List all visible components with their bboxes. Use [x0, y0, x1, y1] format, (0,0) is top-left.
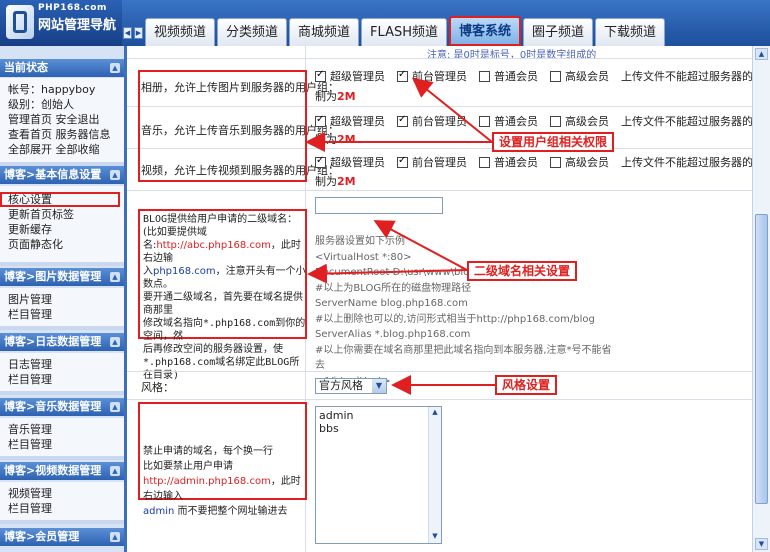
sidebar-section-basic-body: 核心设置 更新首页标签 更新缓存 页面静态化	[0, 186, 124, 262]
sidebar-section-music-body: 音乐管理 栏目管理	[0, 418, 124, 456]
sidebar-section-images[interactable]: 博客>图片数据管理 ▲	[0, 268, 124, 286]
sidebar-item-column-manage[interactable]: 栏目管理	[0, 437, 124, 452]
sidebar-item-video-manage[interactable]: 视频管理	[0, 486, 124, 501]
sidebar-status-title: 当前状态	[4, 61, 48, 74]
sidebar-item-core-settings[interactable]: 核心设置	[0, 192, 120, 207]
collapse-icon[interactable]: ▲	[110, 272, 120, 282]
divider	[0, 326, 124, 330]
sidebar-section-title: 博客>视频数据管理	[4, 464, 102, 477]
sidebar-section-video-body: 视频管理 栏目管理	[0, 482, 124, 520]
sidebar-item-static-pages[interactable]: 页面静态化	[0, 237, 124, 252]
sidebar-section-title: 博客>会员管理	[4, 530, 80, 543]
tab-blog[interactable]: 博客系统	[449, 16, 522, 46]
sidebar-item-music-manage[interactable]: 音乐管理	[0, 422, 124, 437]
sidebar-section-basic[interactable]: 博客>基本信息设置 ▲	[0, 166, 124, 184]
status-links-row: 管理首页 安全退出	[0, 112, 124, 127]
sidebar-item-update-cache[interactable]: 更新缓存	[0, 222, 124, 237]
page-scrollbar[interactable]: ▲ ▼	[752, 46, 770, 552]
logo-title: 网站管理导航	[38, 18, 117, 33]
sidebar-section-logs-body: 日志管理 栏目管理	[0, 353, 124, 391]
admin-home-link[interactable]: 管理首页	[8, 113, 52, 126]
callout-style: 风格设置	[495, 375, 558, 395]
logo-site: PHP168.com	[38, 3, 107, 13]
sidebar-item-column-manage[interactable]: 栏目管理	[0, 307, 124, 322]
divider	[0, 391, 124, 395]
sidebar-section-title: 博客>图片数据管理	[4, 270, 102, 283]
tab-shop[interactable]: 商城频道	[289, 18, 360, 46]
sidebar-item-log-manage[interactable]: 日志管理	[0, 357, 124, 372]
divider	[0, 456, 124, 460]
status-links-row: 查看首页 服务器信息	[0, 127, 124, 142]
top-bar: PHP168.com 网站管理导航 ◀ ▶ 视频频道 分类频道 商城频道 FLA…	[0, 0, 770, 46]
expand-all-link[interactable]: 全部展开	[8, 143, 52, 156]
sidebar-section-title: 博客>基本信息设置	[4, 168, 102, 181]
sidebar-status-body: 帐号：happyboy 级别：创始人 管理首页 安全退出 查看首页 服务器信息 …	[0, 78, 124, 162]
callout-permissions: 设置用户组相关权限	[492, 132, 615, 152]
sidebar-section-music[interactable]: 博客>音乐数据管理 ▲	[0, 398, 124, 416]
tab-download[interactable]: 下载频道	[595, 18, 666, 46]
sidebar-item-update-tags[interactable]: 更新首页标签	[0, 207, 124, 222]
collapse-icon[interactable]: ▲	[110, 466, 120, 476]
tabs-scroll-left-icon[interactable]: ◀	[123, 27, 132, 39]
sidebar-section-title: 博客>日志数据管理	[4, 335, 102, 348]
logout-link[interactable]: 安全退出	[56, 113, 100, 126]
sidebar-section-images-body: 图片管理 栏目管理	[0, 288, 124, 326]
tabs-scroll-right-icon[interactable]: ▶	[134, 27, 143, 39]
arrow-perm-up	[411, 77, 493, 143]
tab-flash[interactable]: FLASH频道	[361, 18, 447, 46]
level-info: 级别：创始人	[8, 98, 74, 111]
scroll-up-icon[interactable]: ▲	[755, 48, 768, 60]
collapse-icon[interactable]: ▲	[110, 402, 120, 412]
sidebar: 当前状态 ▲ 帐号：happyboy 级别：创始人 管理首页 安全退出 查看首页…	[0, 46, 127, 552]
arrow-domain-up	[373, 220, 468, 271]
logo: PHP168.com 网站管理导航	[0, 0, 122, 46]
callout-domain: 二级域名相关设置	[467, 261, 578, 281]
collapse-icon[interactable]: ▲	[110, 170, 120, 180]
divider	[0, 520, 124, 524]
channel-tabs: 视频频道 分类频道 商城频道 FLASH频道 博客系统 圈子频道 下载频道	[145, 16, 667, 46]
scrollbar-thumb[interactable]	[755, 214, 768, 504]
sidebar-section-logs[interactable]: 博客>日志数据管理 ▲	[0, 333, 124, 351]
sidebar-item-column-manage[interactable]: 栏目管理	[0, 372, 124, 387]
logo-icon	[6, 5, 34, 39]
collapse-icon[interactable]: ▲	[110, 337, 120, 347]
divider	[0, 262, 124, 266]
view-home-link[interactable]: 查看首页	[8, 128, 52, 141]
scroll-down-icon[interactable]: ▼	[755, 538, 768, 550]
status-links-row: 全部展开 全部收缩	[0, 142, 124, 157]
annotation-arrows	[305, 77, 495, 395]
collapse-all-link[interactable]: 全部收缩	[56, 143, 100, 156]
sidebar-item-column-manage[interactable]: 栏目管理	[0, 501, 124, 516]
arrow-domain-left	[307, 263, 468, 284]
sidebar-section-title: 博客>音乐数据管理	[4, 400, 102, 413]
sidebar-section-video[interactable]: 博客>视频数据管理 ▲	[0, 462, 124, 480]
sidebar-item-image-manage[interactable]: 图片管理	[0, 292, 124, 307]
tab-circle[interactable]: 圈子频道	[523, 18, 594, 46]
tab-video[interactable]: 视频频道	[145, 18, 216, 46]
main-content: 注意: 是0时是标号，0时是数字组成的 相册，允许上传图片到服务器的用户组： 超…	[127, 46, 770, 552]
tab-category[interactable]: 分类频道	[217, 18, 288, 46]
sidebar-status-header[interactable]: 当前状态 ▲	[0, 59, 124, 77]
account-info: 帐号：happyboy	[8, 83, 96, 96]
sidebar-section-members[interactable]: 博客>会员管理 ▲	[0, 528, 124, 546]
collapse-icon[interactable]: ▲	[110, 532, 120, 542]
collapse-icon[interactable]: ▲	[110, 63, 120, 73]
server-info-link[interactable]: 服务器信息	[56, 128, 111, 141]
